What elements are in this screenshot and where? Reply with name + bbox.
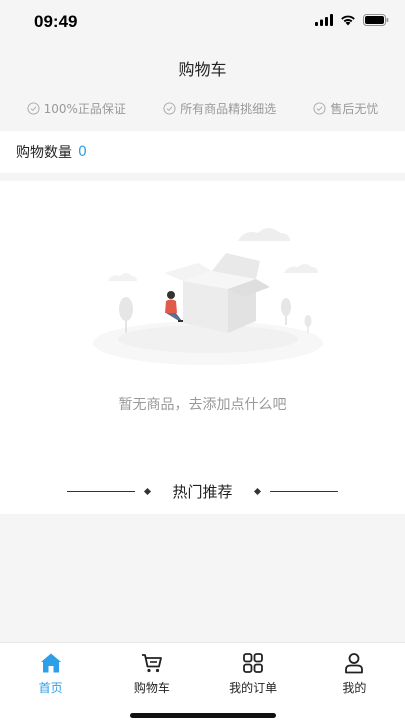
empty-cart-section: 暂无商品，去添加点什么吧 热门推荐 bbox=[0, 181, 405, 514]
cart-icon bbox=[141, 654, 162, 673]
nav-bar: 购物车 bbox=[0, 44, 405, 90]
cart-count-row: 购物数量 0 bbox=[0, 131, 405, 173]
empty-box-illustration bbox=[93, 228, 323, 365]
signal-icon bbox=[315, 14, 333, 26]
page-title: 购物车 bbox=[178, 60, 227, 79]
check-circle-icon bbox=[27, 101, 40, 115]
status-bar: 09:49 bbox=[0, 0, 405, 44]
diamond-icon bbox=[253, 487, 261, 495]
guarantee-item: 100%正品保证 bbox=[27, 100, 126, 117]
check-circle-icon bbox=[313, 101, 326, 115]
check-circle-icon bbox=[163, 101, 176, 115]
guarantee-label: 售后无忧 bbox=[330, 101, 379, 116]
home-indicator bbox=[130, 713, 276, 718]
tab-label: 我的订单 bbox=[229, 681, 278, 695]
guarantee-label: 所有商品精挑细选 bbox=[180, 101, 277, 116]
hot-recommend-title: 热门推荐 bbox=[172, 482, 233, 501]
status-time: 09:49 bbox=[34, 12, 78, 31]
tab-home[interactable]: 首页 bbox=[0, 643, 101, 720]
wifi-icon bbox=[341, 15, 355, 26]
grid-icon bbox=[243, 653, 264, 673]
tab-bar: 首页 购物车 我的订单 我的 bbox=[0, 642, 405, 720]
status-icons bbox=[315, 14, 389, 26]
empty-cart-message: 暂无商品，去添加点什么吧 bbox=[118, 397, 287, 413]
tab-profile[interactable]: 我的 bbox=[304, 643, 405, 720]
user-icon bbox=[345, 653, 364, 674]
cart-count-label: 购物数量 bbox=[16, 145, 72, 161]
home-icon bbox=[40, 653, 61, 673]
hot-recommend-header: 热门推荐 bbox=[0, 479, 405, 503]
tab-orders[interactable]: 我的订单 bbox=[203, 643, 304, 720]
tab-cart[interactable]: 购物车 bbox=[101, 643, 202, 720]
battery-icon bbox=[363, 14, 389, 26]
cart-count-value: 0 bbox=[78, 144, 87, 160]
guarantee-label: 100%正品保证 bbox=[43, 101, 126, 116]
guarantee-item: 售后无忧 bbox=[313, 100, 378, 117]
divider-line bbox=[67, 490, 136, 492]
tab-label: 购物车 bbox=[133, 681, 170, 695]
tab-label: 首页 bbox=[38, 681, 63, 695]
tab-label: 我的 bbox=[342, 681, 367, 695]
guarantee-item: 所有商品精挑细选 bbox=[163, 100, 276, 117]
guarantee-row: 100%正品保证 所有商品精挑细选 售后无忧 bbox=[0, 90, 405, 126]
divider-line bbox=[269, 490, 338, 492]
diamond-icon bbox=[144, 487, 152, 495]
